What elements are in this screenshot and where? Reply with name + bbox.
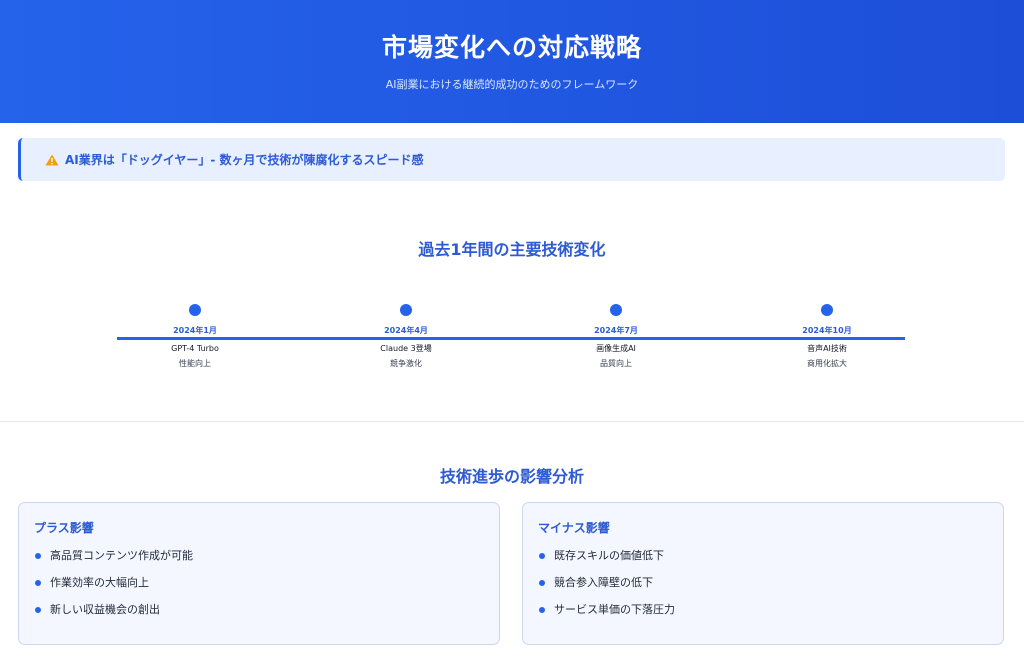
list-item: 高品質コンテンツ作成が可能	[34, 548, 499, 575]
list-item: 既存スキルの価値低下	[538, 548, 1003, 575]
timeline-label: 画像生成AI	[596, 344, 636, 353]
timeline-date: 2024年7月	[594, 326, 638, 335]
warning-icon	[45, 154, 59, 165]
timeline-label: GPT-4 Turbo	[171, 344, 219, 353]
timeline-sub: 性能向上	[179, 359, 211, 368]
timeline-title: 過去1年間の主要技術変化	[418, 240, 606, 259]
timeline-item: 2024年1月 GPT-4 Turbo 性能向上	[135, 304, 255, 370]
timeline-date: 2024年1月	[173, 326, 217, 335]
card-title: プラス影響	[34, 521, 94, 535]
timeline-sub: 商用化拡大	[807, 359, 847, 368]
alert-banner: AI業界は「ドッグイヤー」- 数ヶ月で技術が陳腐化するスピード感	[18, 138, 1005, 181]
timeline-dot	[821, 304, 833, 316]
section-divider	[0, 421, 1024, 422]
positive-impact-card: プラス影響 高品質コンテンツ作成が可能 作業効率の大幅向上 新しい収益機会の創出	[18, 502, 500, 645]
alert-text: AI業界は「ドッグイヤー」- 数ヶ月で技術が陳腐化するスピード感	[65, 153, 424, 167]
timeline-dot	[610, 304, 622, 316]
page-header: 市場変化への対応戦略 AI副業における継続的成功のためのフレームワーク	[0, 0, 1024, 123]
list-item: 競合参入障壁の低下	[538, 575, 1003, 602]
timeline-dot	[400, 304, 412, 316]
timeline-date: 2024年10月	[802, 326, 852, 335]
card-title: マイナス影響	[538, 521, 610, 535]
negative-impact-card: マイナス影響 既存スキルの価値低下 競合参入障壁の低下 サービス単価の下落圧力	[522, 502, 1004, 645]
list-item: サービス単価の下落圧力	[538, 602, 1003, 629]
impact-title: 技術進歩の影響分析	[439, 467, 584, 486]
timeline-label: Claude 3登場	[380, 344, 432, 353]
timeline-item: 2024年10月 音声AI技術 商用化拡大	[767, 304, 887, 370]
timeline-sub: 競争激化	[390, 359, 422, 368]
timeline-item: 2024年7月 画像生成AI 品質向上	[556, 304, 676, 370]
list-item: 作業効率の大幅向上	[34, 575, 499, 602]
timeline-sub: 品質向上	[600, 359, 632, 368]
timeline-item: 2024年4月 Claude 3登場 競争激化	[346, 304, 466, 370]
page-title: 市場変化への対応戦略	[381, 33, 642, 62]
page-subtitle: AI副業における継続的成功のためのフレームワーク	[385, 78, 639, 91]
timeline-date: 2024年4月	[384, 326, 428, 335]
list-item: 新しい収益機会の創出	[34, 602, 499, 629]
timeline-label: 音声AI技術	[807, 344, 847, 353]
timeline-dot	[189, 304, 201, 316]
